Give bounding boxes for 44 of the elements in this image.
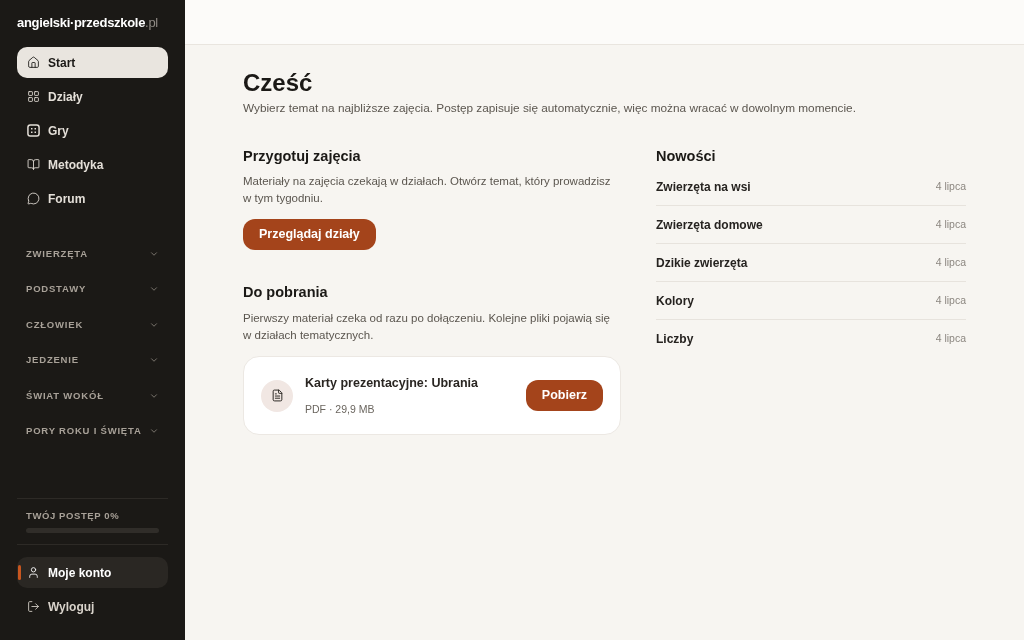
news-date: 4 lipca bbox=[935, 292, 966, 308]
page-subtitle: Wybierz temat na najbliższe zajęcia. Postęp zapisuje się automatycznie, więc można wracać w dowolnym momencie. bbox=[243, 100, 857, 116]
browse-button[interactable]: Przeglądaj działy bbox=[243, 219, 376, 250]
speech-bubble-icon bbox=[27, 192, 40, 205]
news-link[interactable]: Liczby bbox=[656, 330, 694, 348]
nav-item[interactable]: Start bbox=[17, 47, 168, 78]
news-link[interactable]: Zwierzęta na wsi bbox=[656, 177, 751, 196]
account-item[interactable]: Moje konto bbox=[17, 557, 168, 588]
download-button[interactable]: Pobierz bbox=[525, 380, 603, 411]
news-date: 4 lipca bbox=[935, 331, 966, 347]
section-text: Materiały na zajęcia czekają w działach. Otwórz temat, który prowadzisz w tym tygodniu. bbox=[243, 174, 612, 206]
section-toggle[interactable]: JEDZENIE bbox=[17, 342, 168, 378]
news-link[interactable]: Dzikie zwierzęta bbox=[656, 253, 748, 272]
page-title: Cześć bbox=[243, 69, 314, 97]
site-logo[interactable]: angielski·przedszkole.pl bbox=[17, 15, 168, 31]
news-date: 4 lipca bbox=[935, 254, 966, 270]
news-link[interactable]: Kolory bbox=[656, 291, 694, 310]
book-icon bbox=[27, 158, 40, 171]
file-meta: PDF · 29,9 MB bbox=[305, 403, 375, 416]
section-toggle[interactable]: CZŁOWIEK bbox=[17, 307, 168, 343]
grid-icon bbox=[27, 90, 40, 103]
news-date: 4 lipca bbox=[935, 178, 966, 194]
section-toggle[interactable]: ZWIERZĘTA bbox=[17, 236, 168, 272]
nav-item[interactable]: Forum bbox=[17, 183, 168, 214]
nav-item[interactable]: Działy bbox=[17, 81, 168, 112]
section-toggle[interactable]: PODSTAWY bbox=[17, 271, 168, 307]
section-toggle[interactable]: ŚWIAT WOKÓŁ bbox=[17, 378, 168, 414]
dice-icon bbox=[27, 124, 40, 137]
account-item[interactable]: Wyloguj bbox=[17, 591, 168, 622]
news-date: 4 lipca bbox=[935, 216, 966, 232]
nav-item[interactable]: Gry bbox=[17, 115, 168, 146]
progress-label: TWÓJ POSTĘP 0% bbox=[26, 510, 121, 522]
section-toggle[interactable]: PORY ROKU I ŚWIĘTA bbox=[17, 413, 168, 449]
section-heading: Nowości bbox=[656, 147, 716, 166]
home-icon bbox=[27, 56, 40, 69]
logout-icon bbox=[27, 600, 40, 613]
file-title: Karty prezentacyjne: Ubrania bbox=[305, 375, 478, 392]
user-icon bbox=[27, 566, 40, 579]
section-heading: Do pobrania bbox=[243, 283, 328, 302]
section-heading: Przygotuj zajęcia bbox=[243, 147, 361, 166]
news-link[interactable]: Zwierzęta domowe bbox=[656, 215, 763, 234]
document-icon bbox=[261, 379, 293, 412]
nav-item[interactable]: Metodyka bbox=[17, 149, 168, 180]
section-text: Pierwszy materiał czeka od razu po dołączeniu. Kolejne pliki pojawią się w działach tematycznych. bbox=[243, 311, 611, 343]
